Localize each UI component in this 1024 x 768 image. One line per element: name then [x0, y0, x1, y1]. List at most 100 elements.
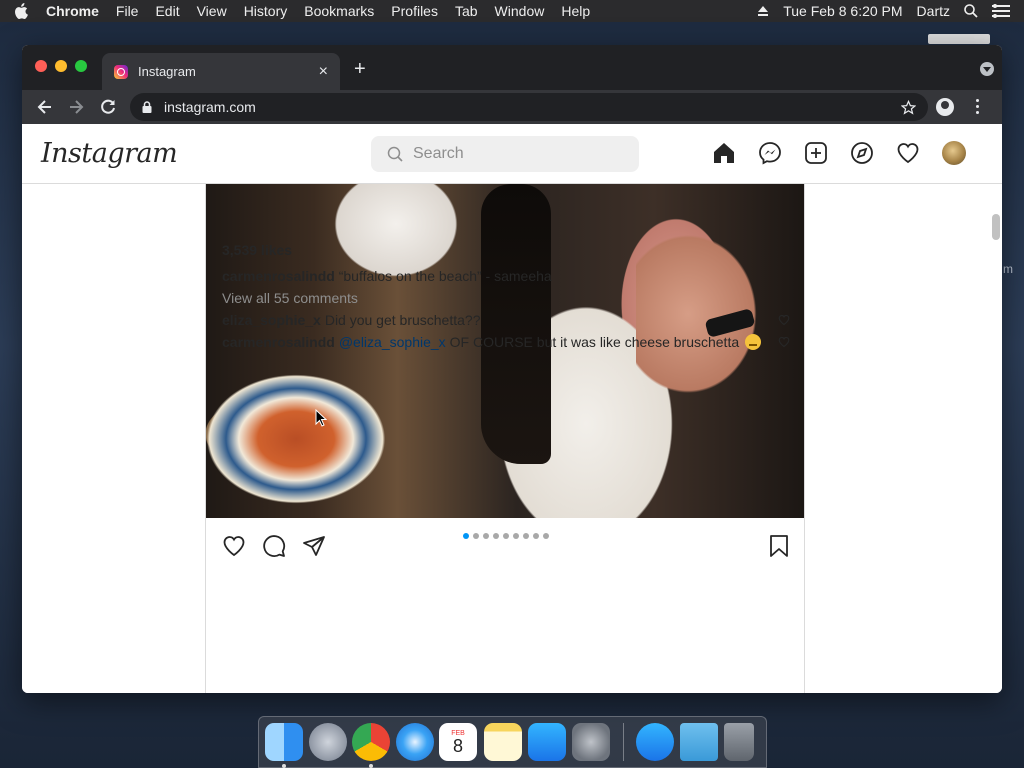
desktop-edge-text: m [1003, 262, 1013, 276]
comment-like-heart-icon[interactable] [778, 314, 790, 326]
home-icon[interactable] [712, 141, 736, 165]
app-store-utility-icon[interactable] [636, 723, 674, 761]
macos-dock: FEB 8 [258, 716, 767, 768]
like-heart-icon[interactable] [222, 534, 246, 558]
comment-username[interactable]: eliza_sophie_x [222, 312, 321, 328]
trash-icon[interactable] [724, 723, 754, 761]
menu-app-name[interactable]: Chrome [46, 3, 99, 19]
post-caption: carmenrosalindd “buffalos on the beach” … [222, 268, 552, 284]
dock-separator [623, 723, 624, 761]
comment-text: OF COURSE but it was like cheese brusche… [449, 334, 740, 350]
menu-history[interactable]: History [244, 3, 288, 19]
calendar-app-icon[interactable]: FEB 8 [439, 723, 477, 761]
finder-app-icon[interactable] [265, 723, 303, 761]
chrome-window: Instagram × + instagram.com Instagram Se… [22, 45, 1002, 693]
activity-heart-icon[interactable] [896, 141, 920, 165]
menu-bookmarks[interactable]: Bookmarks [304, 3, 374, 19]
safari-compass-icon[interactable] [396, 723, 434, 761]
save-bookmark-icon[interactable] [768, 534, 790, 558]
url-text: instagram.com [164, 99, 256, 115]
comment-row: carmenrosalindd @eliza_sophie_x OF COURS… [222, 334, 790, 350]
carousel-dot [503, 533, 509, 539]
carousel-dot [493, 533, 499, 539]
browser-toolbar: instagram.com [22, 90, 1002, 124]
new-tab-button[interactable]: + [354, 58, 366, 81]
post-photo[interactable] [206, 184, 804, 518]
desktop-file-thumbnail[interactable] [928, 34, 990, 44]
system-preferences-gear-icon[interactable] [572, 723, 610, 761]
tab-search-icon[interactable] [980, 62, 994, 76]
address-bar[interactable]: instagram.com [130, 93, 928, 121]
calendar-day: 8 [452, 735, 463, 756]
running-indicator [369, 764, 373, 768]
bookmark-star-icon[interactable] [901, 99, 916, 115]
instagram-header: Instagram Search [22, 124, 1002, 184]
comment-bubble-icon[interactable] [262, 534, 286, 558]
carousel-dot [473, 533, 479, 539]
caption-text: “buffalos on the beach” - sameeha [338, 268, 552, 284]
menu-view[interactable]: View [197, 3, 227, 19]
back-arrow-icon[interactable] [35, 97, 55, 117]
eject-icon[interactable] [757, 5, 769, 17]
carousel-dot [543, 533, 549, 539]
search-placeholder: Search [413, 145, 464, 162]
post-actions [206, 518, 804, 574]
profile-avatar-icon[interactable] [936, 98, 954, 116]
close-window-button[interactable] [35, 60, 47, 72]
new-post-icon[interactable] [804, 141, 828, 165]
downloads-folder-icon[interactable] [680, 723, 718, 761]
tab-close-icon[interactable]: × [319, 63, 328, 81]
reload-icon[interactable] [98, 97, 118, 117]
control-center-icon[interactable] [992, 4, 1010, 18]
menu-window[interactable]: Window [495, 3, 545, 19]
search-icon [387, 146, 403, 162]
explore-compass-icon[interactable] [850, 141, 874, 165]
menu-user[interactable]: Dartz [917, 3, 950, 19]
forward-arrow-icon[interactable] [66, 97, 86, 117]
running-indicator [282, 764, 286, 768]
comment-username[interactable]: carmenrosalindd [222, 334, 335, 350]
carousel-dot [483, 533, 489, 539]
instagram-page: Instagram Search 3,539 likes carmenrosal… [22, 124, 1002, 693]
carousel-indicator [463, 533, 549, 539]
comment-row: eliza_sophie_x Did you get bruschetta?? [222, 312, 790, 328]
apple-logo-icon[interactable] [14, 3, 28, 19]
zoom-window-button[interactable] [75, 60, 87, 72]
comment-text: Did you get bruschetta?? [324, 312, 481, 328]
carousel-dot [533, 533, 539, 539]
neutral-face-emoji-icon [745, 334, 762, 350]
share-send-icon[interactable] [302, 534, 326, 558]
mouse-cursor-icon [315, 409, 327, 427]
likes-count[interactable]: 3,539 likes [222, 242, 292, 258]
profile-avatar[interactable] [942, 141, 966, 165]
page-scrollbar-thumb[interactable] [992, 214, 1000, 240]
caption-username[interactable]: carmenrosalindd [222, 268, 335, 284]
menu-edit[interactable]: Edit [155, 3, 179, 19]
search-input[interactable]: Search [371, 136, 639, 172]
menu-profiles[interactable]: Profiles [391, 3, 438, 19]
comment-like-heart-icon[interactable] [778, 336, 790, 348]
menu-help[interactable]: Help [561, 3, 590, 19]
lock-icon[interactable] [142, 101, 152, 113]
app-store-icon[interactable] [528, 723, 566, 761]
minimize-window-button[interactable] [55, 60, 67, 72]
launchpad-rocket-icon[interactable] [309, 723, 347, 761]
instagram-logo[interactable]: Instagram [41, 138, 178, 169]
view-all-comments-link[interactable]: View all 55 comments [222, 290, 358, 306]
carousel-dot [523, 533, 529, 539]
carousel-dot [513, 533, 519, 539]
menu-tab[interactable]: Tab [455, 3, 478, 19]
feed-post: 3,539 likes carmenrosalindd “buffalos on… [205, 184, 805, 693]
notes-app-icon[interactable] [484, 723, 522, 761]
tab-instagram[interactable]: Instagram × [102, 53, 340, 90]
menu-datetime[interactable]: Tue Feb 8 6:20 PM [783, 3, 902, 19]
comment-mention[interactable]: @eliza_sophie_x [339, 334, 446, 350]
chrome-menu-icon[interactable] [976, 99, 980, 117]
tab-title: Instagram [138, 64, 196, 79]
spotlight-search-icon[interactable] [964, 4, 978, 18]
macos-menu-bar: Chrome File Edit View History Bookmarks … [0, 0, 1024, 22]
messenger-icon[interactable] [758, 141, 782, 165]
menu-file[interactable]: File [116, 3, 139, 19]
chrome-app-icon[interactable] [352, 723, 390, 761]
instagram-nav [712, 141, 966, 165]
